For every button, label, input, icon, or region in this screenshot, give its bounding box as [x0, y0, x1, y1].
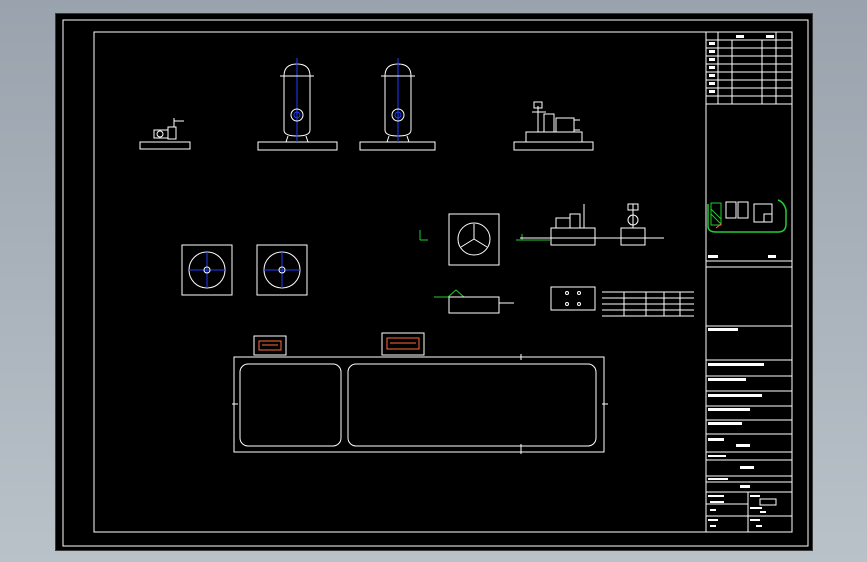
- tank-plan-right: [256, 244, 308, 296]
- pressure-tank-left: [257, 58, 338, 151]
- outer-sheet-frame: [62, 19, 809, 547]
- drawing-canvas: [62, 19, 809, 547]
- three-blade-plan: [419, 213, 500, 266]
- revision-table: [706, 32, 792, 105]
- tank-plan-left: [181, 244, 233, 296]
- tank-room-plan: [232, 354, 608, 454]
- pressure-tank-right: [359, 58, 436, 151]
- company-logo: [707, 199, 787, 233]
- large-pump-elevation: [513, 101, 594, 151]
- pump-foundation-section: [516, 203, 664, 246]
- title-block: [705, 32, 792, 532]
- anchor-bolt-plan: [550, 286, 596, 311]
- cad-viewport[interactable]: [55, 13, 813, 551]
- equipment-schedule-table: [602, 291, 694, 317]
- orange-equipment-symbols: [253, 332, 425, 356]
- base-slab-plan: [434, 289, 514, 314]
- small-pump-elevation: [139, 118, 191, 150]
- inner-sheet-frame: [93, 31, 793, 533]
